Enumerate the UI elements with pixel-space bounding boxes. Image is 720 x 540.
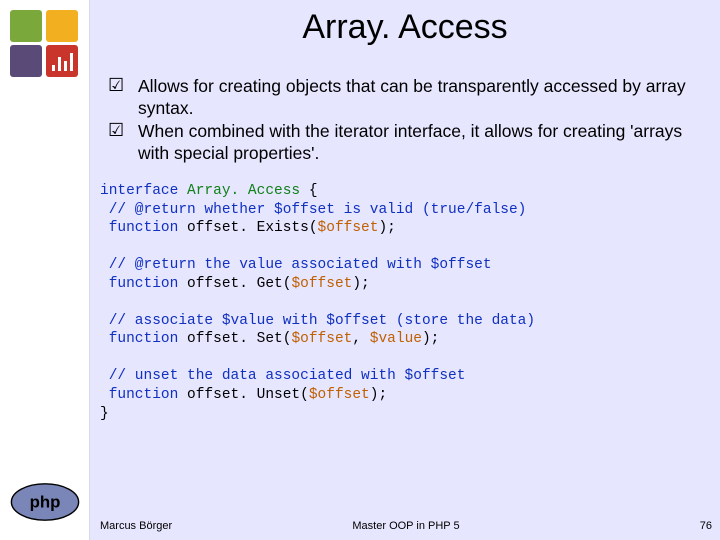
func-name: offset. Unset — [187, 387, 300, 403]
code-text: ); — [352, 276, 369, 292]
keyword: function — [100, 387, 187, 403]
variable: $offset — [309, 387, 370, 403]
variable: $offset — [291, 331, 352, 347]
func-name: offset. Set — [187, 331, 283, 347]
variable: $offset — [291, 276, 352, 292]
comment: // associate $value with $offset (store … — [100, 313, 535, 329]
code-text: ( — [309, 220, 318, 236]
logo-tile-green — [10, 10, 42, 42]
code-text: , — [352, 331, 369, 347]
sidebar: php — [0, 0, 90, 540]
variable: $offset — [318, 220, 379, 236]
brand-logo — [10, 10, 78, 77]
logo-tile-red — [46, 45, 78, 77]
code-text: ); — [422, 331, 439, 347]
code-text: { — [309, 183, 318, 199]
variable: $value — [370, 331, 422, 347]
code-text: ( — [300, 387, 309, 403]
func-name: offset. Get — [187, 276, 283, 292]
keyword: interface — [100, 183, 187, 199]
checkbox-icon: ☑ — [108, 75, 124, 96]
comment: // @return the value associated with $of… — [100, 257, 492, 273]
slide-title: Array. Access — [90, 8, 720, 47]
code-text: ); — [378, 220, 395, 236]
code-block: interface Array. Access { // @return whe… — [100, 182, 710, 423]
bars-icon — [52, 53, 73, 71]
checkbox-icon: ☑ — [108, 120, 124, 141]
php-logo-icon: php — [10, 482, 80, 522]
code-text: ); — [370, 387, 387, 403]
keyword: function — [100, 276, 187, 292]
slide-footer: Marcus Börger Master OOP in PHP 5 76 — [100, 520, 712, 532]
typename: Array. Access — [187, 183, 309, 199]
keyword: function — [100, 220, 187, 236]
logo-tile-purple — [10, 45, 42, 77]
footer-title: Master OOP in PHP 5 — [100, 520, 712, 532]
bullet-text-1: Allows for creating objects that can be … — [138, 75, 704, 120]
bullet-text-2: When combined with the iterator interfac… — [138, 120, 704, 165]
func-name: offset. Exists — [187, 220, 309, 236]
logo-tile-yellow — [46, 10, 78, 42]
svg-text:php: php — [30, 493, 61, 512]
comment: // unset the data associated with $offse… — [100, 368, 465, 384]
keyword: function — [100, 331, 187, 347]
comment: // @return whether $offset is valid (tru… — [100, 202, 526, 218]
code-text: } — [100, 406, 109, 422]
